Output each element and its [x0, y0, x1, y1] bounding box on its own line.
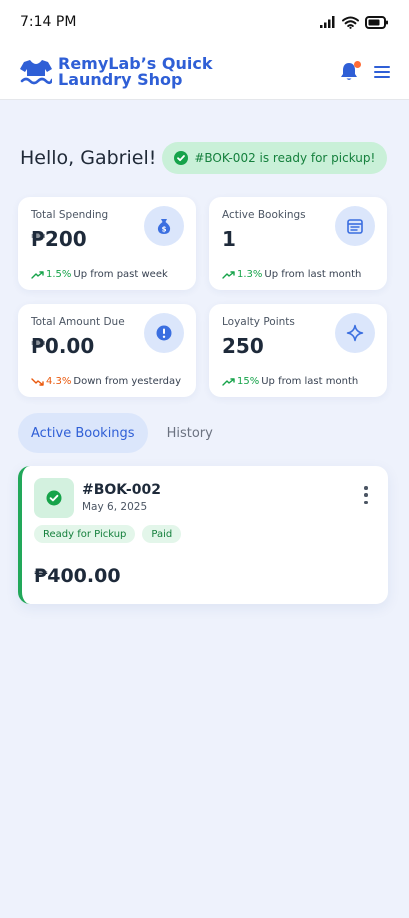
- status-badge: Ready for Pickup: [34, 525, 136, 543]
- booking-card[interactable]: #BOK-002 May 6, 2025 Ready for Pickup Pa…: [18, 466, 388, 604]
- app-title: RemyLab’s Quick Laundry Shop: [58, 53, 213, 89]
- brand[interactable]: RemyLab’s Quick Laundry Shop: [20, 53, 258, 89]
- battery-icon: [365, 15, 388, 29]
- notifications-button[interactable]: [339, 60, 361, 83]
- trend-up-icon: [31, 270, 44, 279]
- pickup-notice-text: #BOK-002 is ready for pickup!: [194, 151, 376, 165]
- tab-active-bookings[interactable]: Active Bookings: [18, 413, 148, 453]
- booking-tabs: Active Bookings History: [18, 413, 226, 453]
- header-actions: [339, 60, 391, 83]
- wifi-icon: [342, 16, 359, 29]
- booking-status-icon-box: [34, 478, 74, 518]
- stat-card-total-spending[interactable]: Total Spending ₱200 $ 1.5% Up from past …: [18, 197, 196, 290]
- notification-dot: [354, 60, 361, 68]
- status-bar: 7:14 PM: [0, 0, 409, 44]
- calendar-list-icon: [335, 206, 375, 246]
- tab-history[interactable]: History: [154, 413, 226, 453]
- greeting-text: Hello, Gabriel!: [20, 147, 157, 169]
- status-time: 7:14 PM: [20, 14, 77, 30]
- check-circle-icon: [174, 151, 189, 165]
- stat-trend: 1.5% Up from past week: [31, 269, 168, 280]
- stat-trend: 1.3% Up from last month: [222, 269, 361, 280]
- sparkle-icon: [335, 313, 375, 353]
- signal-icon: [320, 16, 335, 28]
- app-header: RemyLab’s Quick Laundry Shop: [0, 44, 409, 100]
- stat-card-active-bookings[interactable]: Active Bookings 1 1.3% Up from last mont…: [209, 197, 387, 290]
- menu-icon[interactable]: [373, 64, 391, 80]
- payment-badge: Paid: [142, 525, 182, 543]
- svg-text:$: $: [162, 226, 167, 234]
- booking-id: #BOK-002: [82, 482, 161, 498]
- stat-card-loyalty-points[interactable]: Loyalty Points 250 15% Up from last mont…: [209, 304, 387, 397]
- booking-date: May 6, 2025: [82, 501, 148, 513]
- more-options-icon[interactable]: [362, 486, 370, 504]
- trend-up-icon: [222, 377, 235, 386]
- stat-trend: 15% Up from last month: [222, 376, 358, 387]
- pickup-notice[interactable]: #BOK-002 is ready for pickup!: [162, 142, 388, 174]
- status-icons: [320, 15, 389, 29]
- booking-badges: Ready for Pickup Paid: [34, 525, 182, 543]
- trend-down-icon: [31, 377, 44, 386]
- alert-icon: [144, 313, 184, 353]
- check-circle-icon: [46, 490, 62, 506]
- shirt-icon: [20, 59, 52, 84]
- trend-up-icon: [222, 270, 235, 279]
- booking-amount: ₱400.00: [34, 565, 121, 587]
- stat-trend: 4.3% Down from yesterday: [31, 376, 181, 387]
- greeting-row: Hello, Gabriel! #BOK-002 is ready for pi…: [20, 142, 390, 174]
- money-bag-icon: $: [144, 206, 184, 246]
- stat-card-total-amount-due[interactable]: Total Amount Due ₱0.00 4.3% Down from ye…: [18, 304, 196, 397]
